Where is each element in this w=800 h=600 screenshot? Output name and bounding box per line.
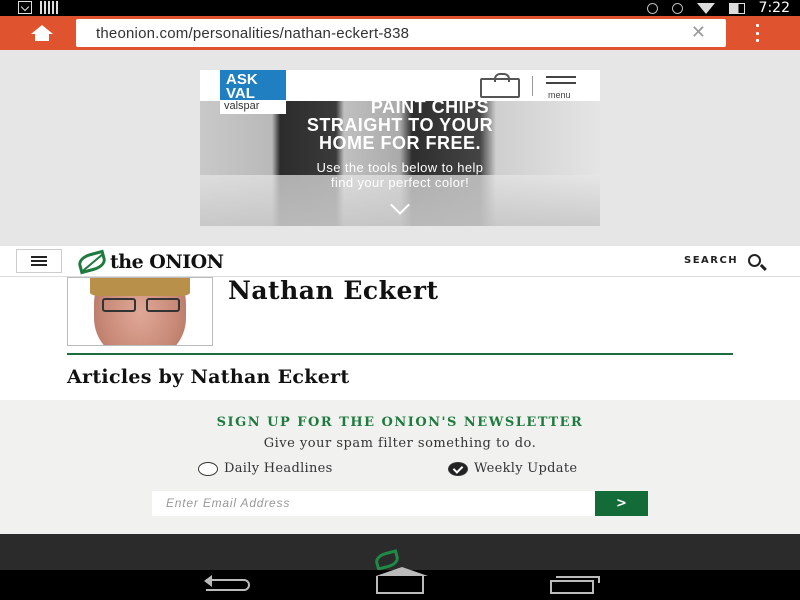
hamburger-menu-icon[interactable] <box>16 249 62 273</box>
shopping-bag-icon[interactable] <box>480 73 520 98</box>
ad-headline-line3: HOME FOR FREE. <box>318 133 481 153</box>
radio-unchecked-icon[interactable] <box>198 461 218 476</box>
search-button[interactable]: SEARCH <box>684 254 762 267</box>
airplane-icon <box>671 2 683 14</box>
ad-menu-button[interactable]: menu <box>546 76 578 100</box>
author-name: Nathan Eckert <box>228 276 439 305</box>
status-right-icons: 7:22 <box>646 0 790 16</box>
author-photo <box>67 277 213 346</box>
home-icon <box>31 25 53 41</box>
ad-sub-line2: find your perfect color! <box>330 175 470 190</box>
download-icon <box>18 1 32 14</box>
home-nav-icon[interactable] <box>376 567 428 594</box>
ad-headline-line2: STRAIGHT TO YOUR <box>306 115 494 135</box>
status-left-icons <box>18 1 58 14</box>
onion-logo[interactable]: the ONION <box>76 249 224 275</box>
search-icon <box>748 254 762 267</box>
newsletter-signup: SIGN UP FOR THE ONION'S NEWSLETTER Give … <box>0 400 800 534</box>
wifi-icon <box>696 2 715 14</box>
email-field[interactable]: Enter Email Address <box>152 491 595 516</box>
overflow-menu-icon[interactable] <box>750 24 764 42</box>
email-placeholder: Enter Email Address <box>166 496 291 510</box>
url-text[interactable]: theonion.com/personalities/nathan-eckert… <box>96 25 409 42</box>
author-hair <box>90 278 190 296</box>
onion-leaf-icon <box>76 249 108 275</box>
site-header: the ONION SEARCH <box>0 246 800 277</box>
author-glasses <box>102 298 180 312</box>
ad-brand-name: valspar <box>220 100 286 114</box>
status-bar: 7:22 <box>0 0 800 16</box>
divider <box>67 353 733 355</box>
newsletter-subtitle: Give your spam filter something to do. <box>263 436 537 451</box>
ad-divider <box>532 76 533 96</box>
status-time: 7:22 <box>758 0 790 16</box>
articles-heading: Articles by Nathan Eckert <box>67 366 350 388</box>
submit-button[interactable]: > <box>595 491 648 516</box>
option-label: Daily Headlines <box>224 461 333 476</box>
site-footer <box>0 534 800 571</box>
ad-subtext: Use the tools below to help find your pe… <box>200 160 600 190</box>
option-daily-headlines[interactable]: Daily Headlines <box>198 461 333 476</box>
logo-text: the ONION <box>110 251 224 273</box>
back-icon[interactable] <box>204 575 250 591</box>
ad-container: ASK VAL valspar menu PAINT CHIPS STRAIGH… <box>0 50 800 246</box>
ad-brand-line2: VAL <box>226 85 255 102</box>
barcode-icon <box>40 1 58 14</box>
clear-icon[interactable]: ✕ <box>691 24 706 42</box>
newsletter-title: SIGN UP FOR THE ONION'S NEWSLETTER <box>216 415 584 430</box>
search-label: SEARCH <box>684 255 739 266</box>
option-label: Weekly Update <box>474 461 578 476</box>
home-button[interactable] <box>28 22 56 44</box>
recent-apps-icon[interactable] <box>550 576 600 594</box>
url-bar[interactable]: theonion.com/personalities/nathan-eckert… <box>76 19 726 47</box>
system-nav-bar <box>0 567 800 600</box>
bluetooth-icon <box>646 2 658 14</box>
valspar-ad[interactable]: ASK VAL valspar menu PAINT CHIPS STRAIGH… <box>200 70 600 226</box>
ad-sub-line1: Use the tools below to help <box>316 160 484 175</box>
valspar-logo[interactable]: ASK VAL valspar <box>220 70 286 114</box>
option-weekly-update[interactable]: Weekly Update <box>448 461 577 476</box>
radio-checked-icon[interactable] <box>448 461 468 476</box>
browser-toolbar: theonion.com/personalities/nathan-eckert… <box>0 16 800 50</box>
battery-icon <box>728 2 745 14</box>
